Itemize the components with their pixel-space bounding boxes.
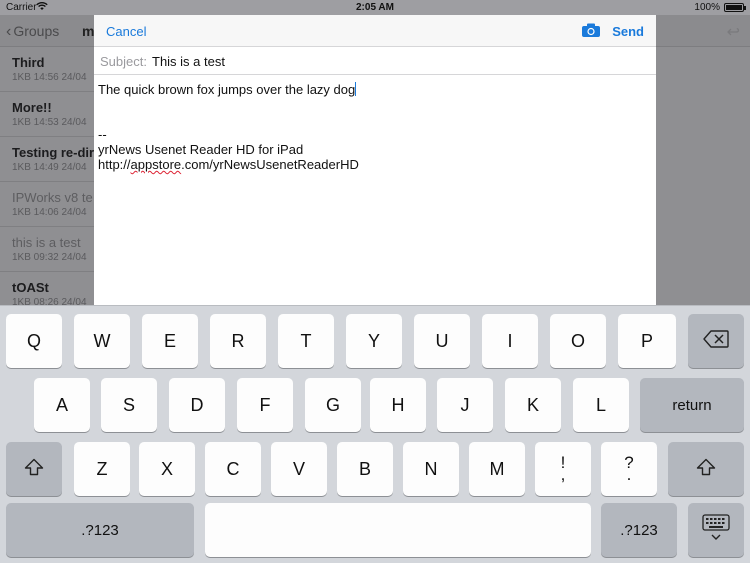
camera-icon[interactable] [581,23,601,38]
battery-fill [726,5,742,10]
message-meta: 1KB 14:06 24/04 [12,207,87,218]
message-title: this is a test [12,235,81,250]
compose-sheet: Cancel Send Subject: This is a test The … [94,15,656,305]
body-text: The quick brown fox jumps over the lazy … [98,82,356,97]
message-meta: 1KB 14:56 24/04 [12,72,87,83]
message-meta: 1KB 14:49 24/04 [12,162,87,173]
list-item[interactable]: IPWorks v8 te 1KB 14:06 24/04 [0,182,100,227]
shift-key-right[interactable] [668,442,744,496]
message-title: IPWorks v8 te [12,190,93,205]
groups-back-button[interactable]: ‹ Groups [6,23,59,41]
key-v[interactable]: V [271,442,327,496]
message-body-field[interactable]: The quick brown fox jumps over the lazy … [98,82,638,172]
signature-url: http://appstore.com/yrNewsUsenetReaderHD [98,157,359,172]
list-item[interactable]: Third 1KB 14:56 24/04 [0,47,100,92]
key-x[interactable]: X [139,442,195,496]
keyboard: Q W E R T Y U I O P A S D F G H J K L re… [0,305,750,563]
key-h[interactable]: H [370,378,426,432]
key-o[interactable]: O [550,314,606,368]
message-meta: 1KB 14:53 24/04 [12,117,87,128]
reply-icon[interactable]: ↩ [727,22,740,42]
key-i[interactable]: I [482,314,538,368]
key-l[interactable]: L [573,378,629,432]
key-n[interactable]: N [403,442,459,496]
chevron-left-icon: ‹ [6,23,12,40]
list-item[interactable]: Testing re-dir 1KB 14:49 24/04 [0,137,100,182]
cancel-button[interactable]: Cancel [106,24,146,39]
message-meta: 1KB 09:32 24/04 [12,252,87,263]
list-item[interactable]: More!! 1KB 14:53 24/04 [0,92,100,137]
signature-separator: -- [98,127,107,142]
backspace-icon [703,329,729,353]
screen: Carrier 2:05 AM 100% ‹ Groups m ↩ Third 1… [0,0,750,563]
key-b[interactable]: B [337,442,393,496]
misspelled-word: appstore [130,157,182,172]
key-question-period[interactable]: ?. [601,442,657,496]
return-key[interactable]: return [640,378,744,432]
key-d[interactable]: D [169,378,225,432]
key-r[interactable]: R [210,314,266,368]
background-detail-pane [656,47,750,305]
keyboard-dismiss-icon [701,513,731,547]
message-list: Third 1KB 14:56 24/04 More!! 1KB 14:53 2… [0,47,100,317]
backspace-key[interactable] [688,314,744,368]
subject-field[interactable]: This is a test [152,54,225,69]
numbers-key-left[interactable]: .?123 [6,503,194,557]
subject-label: Subject: [100,54,147,69]
keyboard-dismiss-key[interactable] [688,503,744,557]
battery-icon [724,3,746,12]
list-item[interactable]: this is a test 1KB 09:32 24/04 [0,227,100,272]
key-c[interactable]: C [205,442,261,496]
key-f[interactable]: F [237,378,293,432]
key-z[interactable]: Z [74,442,130,496]
key-exclaim-comma[interactable]: !, [535,442,591,496]
body-line: The quick brown fox jumps over the lazy … [98,82,638,97]
key-t[interactable]: T [278,314,334,368]
key-u[interactable]: U [414,314,470,368]
space-key[interactable] [205,503,591,557]
status-bar: Carrier 2:05 AM 100% [0,0,750,15]
key-m[interactable]: M [469,442,525,496]
key-g[interactable]: G [305,378,361,432]
key-a[interactable]: A [34,378,90,432]
subject-row[interactable]: Subject: This is a test [94,47,656,75]
key-e[interactable]: E [142,314,198,368]
key-w[interactable]: W [74,314,130,368]
key-s[interactable]: S [101,378,157,432]
send-button[interactable]: Send [612,24,644,39]
message-title: tOASt [12,280,49,295]
compose-nav-bar: Cancel Send [94,15,656,47]
message-title: Third [12,55,45,70]
background-title: m [82,23,95,39]
shift-key-left[interactable] [6,442,62,496]
key-y[interactable]: Y [346,314,402,368]
numbers-key-right[interactable]: .?123 [601,503,677,557]
battery-percent: 100% [694,2,720,13]
shift-icon [696,458,716,481]
key-j[interactable]: J [437,378,493,432]
key-p[interactable]: P [618,314,676,368]
key-k[interactable]: K [505,378,561,432]
message-title: Testing re-dir [12,145,95,160]
clock: 2:05 AM [356,2,394,13]
shift-icon [24,458,44,481]
message-title: More!! [12,100,52,115]
text-caret [355,82,357,96]
key-q[interactable]: Q [6,314,62,368]
back-label: Groups [13,23,60,39]
signature-line: yrNews Usenet Reader HD for iPad [98,142,304,157]
